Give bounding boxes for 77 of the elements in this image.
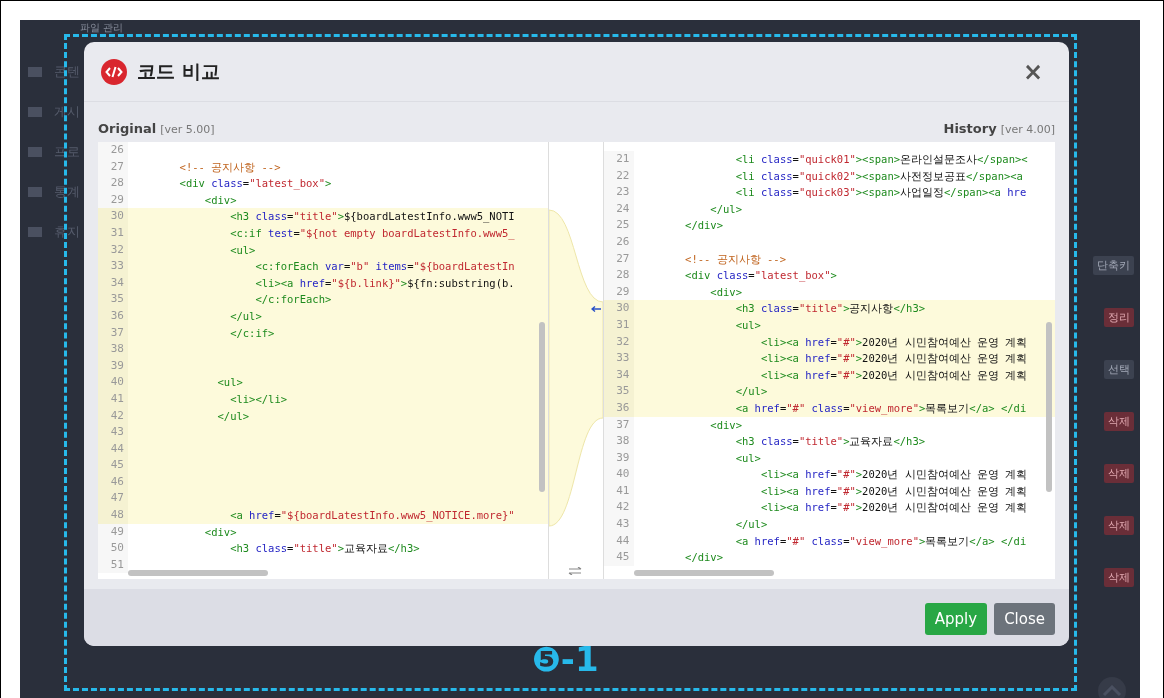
line-number: 26 bbox=[98, 142, 128, 159]
menu-icon[interactable] bbox=[28, 107, 42, 117]
code-line: </ul> bbox=[734, 517, 769, 533]
menu-icon[interactable] bbox=[28, 227, 42, 237]
pane-title: History bbox=[943, 121, 997, 136]
code-line: <!-- 공지사항 --> bbox=[684, 251, 787, 267]
action-button[interactable]: 단축키 bbox=[1093, 256, 1134, 275]
line-number: 28 bbox=[603, 267, 634, 284]
line-number: 35 bbox=[98, 291, 128, 308]
arrow-icon[interactable] bbox=[590, 306, 601, 312]
code-line: <div> bbox=[709, 284, 743, 300]
dialog-button[interactable]: Close bbox=[994, 603, 1055, 635]
code-line: </div> bbox=[684, 550, 724, 566]
code-line: <div> bbox=[203, 524, 238, 540]
code-line: <li class="quick03"><span>사업일정</span><a hre bbox=[734, 185, 1028, 201]
line-number: 38 bbox=[98, 341, 128, 358]
action-button[interactable]: 삭제 bbox=[1104, 516, 1134, 535]
code-line: </ul> bbox=[709, 201, 743, 217]
version-label: [ver 5.00] bbox=[160, 123, 215, 136]
dialog-title: 코드 비교 bbox=[137, 58, 221, 84]
scroll-top-button[interactable] bbox=[1098, 677, 1126, 698]
action-button[interactable]: 선택 bbox=[1104, 360, 1134, 379]
line-number: 30 bbox=[603, 300, 634, 317]
version-label: [ver 4.00] bbox=[1000, 123, 1055, 136]
swap-icon[interactable] bbox=[567, 567, 582, 575]
dialog-button[interactable]: Apply bbox=[924, 603, 988, 635]
close-button[interactable]: × bbox=[1018, 59, 1047, 84]
line-number: 50 bbox=[98, 540, 128, 557]
code-icon bbox=[101, 58, 127, 85]
line-number: 45 bbox=[603, 549, 634, 566]
code-line: <ul> bbox=[734, 450, 762, 466]
action-button[interactable]: 삭제 bbox=[1104, 412, 1134, 431]
code-line: <a href="#" class="view_more">목록보기</a> </di bbox=[734, 533, 1028, 550]
breadcrumb-label: 파일 관리 bbox=[80, 21, 124, 34]
code-line: <li><a href="#">2020년 시민참여예산 운영 계획 bbox=[759, 483, 1029, 499]
pane-title: Original bbox=[98, 121, 157, 136]
line-number: 33 bbox=[98, 258, 128, 275]
line-number: 28 bbox=[98, 175, 128, 192]
code-line: <li><a href="#">2020년 시민참여예산 운영 계획 bbox=[759, 500, 1029, 516]
scrollbar[interactable] bbox=[538, 322, 545, 492]
code-line: <h3 class="title">교육자료</h3> bbox=[734, 434, 927, 450]
line-number: 42 bbox=[603, 499, 634, 517]
line-number: 43 bbox=[603, 516, 634, 533]
line-number: 25 bbox=[603, 217, 634, 234]
code-line: <li><a href="#">2020년 시민참여예산 운영 계획 bbox=[759, 467, 1029, 483]
action-button[interactable]: 삭제 bbox=[1104, 568, 1134, 587]
line-number: 47 bbox=[98, 490, 128, 508]
code-line: <h3 class="title">교육자료</h3> bbox=[229, 541, 421, 557]
line-number: 33 bbox=[603, 350, 634, 367]
menu-icon[interactable] bbox=[28, 187, 42, 197]
line-number: 40 bbox=[603, 466, 634, 483]
line-number: 48 bbox=[98, 507, 128, 524]
code-line: <div> bbox=[709, 417, 743, 433]
line-number: 30 bbox=[98, 208, 128, 225]
code-line: <li class="quick02"><span>사전정보공표</span><a bbox=[734, 168, 1024, 184]
line-number: 23 bbox=[603, 184, 634, 201]
line-number: 43 bbox=[98, 424, 128, 441]
code-line: <div class="latest_box"> bbox=[178, 176, 333, 192]
line-number: 45 bbox=[98, 457, 128, 474]
line-number: 38 bbox=[603, 433, 634, 450]
menu-icon[interactable] bbox=[28, 67, 42, 77]
action-button[interactable]: 삭제 bbox=[1104, 464, 1134, 483]
menu-icon[interactable] bbox=[28, 147, 42, 157]
scrollbar[interactable] bbox=[128, 570, 268, 576]
scrollbar[interactable] bbox=[1046, 322, 1052, 492]
chevron-up-icon bbox=[1102, 685, 1122, 697]
code-line: <div> bbox=[203, 192, 238, 208]
annotation-label: ❺-1 bbox=[532, 642, 599, 676]
code-line: <div class="latest_box"> bbox=[684, 268, 838, 284]
code-line: <!-- 공지사항 --> bbox=[178, 159, 282, 175]
line-number: 40 bbox=[98, 374, 128, 391]
scrollbar[interactable] bbox=[633, 570, 774, 576]
action-button[interactable]: 정리 bbox=[1104, 308, 1134, 327]
line-number: 35 bbox=[603, 383, 634, 400]
line-number: 21 bbox=[603, 151, 634, 168]
code-line: </div> bbox=[684, 218, 724, 234]
code-line: <li class="quick01"><span>온라인설문조사</span>< bbox=[734, 152, 1029, 167]
